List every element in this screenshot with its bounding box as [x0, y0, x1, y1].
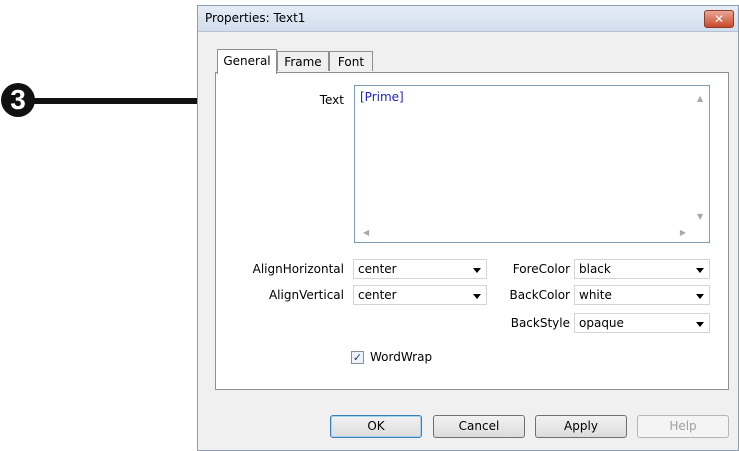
dialog-title: Properties: Text1 [205, 11, 306, 25]
properties-dialog: Properties: Text1 ✕ General Frame Font T… [197, 5, 739, 451]
dialog-titlebar[interactable]: Properties: Text1 ✕ [198, 6, 738, 32]
word-wrap-checkbox[interactable]: ✓ [351, 351, 364, 364]
word-wrap-label[interactable]: WordWrap [370, 350, 432, 364]
fore-color-label: ForeColor [512, 262, 570, 276]
chevron-down-icon [696, 268, 704, 273]
apply-button[interactable]: Apply [535, 415, 627, 438]
text-area-value: [Prime] [360, 90, 404, 104]
back-style-label: BackStyle [510, 316, 570, 330]
checkmark-icon: ✓ [352, 351, 363, 364]
align-horizontal-label: AlignHorizontal [252, 262, 344, 276]
tab-frame[interactable]: Frame [277, 51, 329, 71]
callout-number-badge: 3 [1, 83, 35, 117]
back-color-label: BackColor [509, 288, 570, 302]
chevron-down-icon [473, 268, 481, 273]
align-horizontal-value: center [358, 262, 397, 276]
scroll-down-icon[interactable]: ▼ [697, 212, 703, 221]
close-button[interactable]: ✕ [704, 10, 734, 28]
tab-font[interactable]: Font [329, 51, 373, 71]
scroll-right-icon[interactable]: ▶ [680, 228, 686, 237]
fore-color-select[interactable]: black [574, 259, 710, 279]
back-style-value: opaque [579, 316, 624, 330]
text-area[interactable]: [Prime] ▲ ▼ ◀ ▶ [354, 85, 710, 243]
text-label: Text [319, 93, 344, 107]
cancel-button[interactable]: Cancel [433, 415, 525, 438]
vertical-scrollbar[interactable]: ▲ ▼ [692, 86, 709, 225]
chevron-down-icon [473, 294, 481, 299]
align-horizontal-select[interactable]: center [353, 259, 487, 279]
back-color-select[interactable]: white [574, 285, 710, 305]
chevron-down-icon [696, 294, 704, 299]
back-color-value: white [579, 288, 612, 302]
scroll-up-icon[interactable]: ▲ [697, 94, 703, 103]
chevron-down-icon [696, 322, 704, 327]
scroll-left-icon[interactable]: ◀ [363, 228, 369, 237]
ok-button[interactable]: OK [330, 415, 422, 438]
align-vertical-select[interactable]: center [353, 285, 487, 305]
align-vertical-value: center [358, 288, 397, 302]
horizontal-scrollbar[interactable]: ◀ ▶ [355, 225, 692, 242]
align-vertical-label: AlignVertical [268, 288, 344, 302]
tab-general[interactable]: General [217, 49, 277, 74]
help-button[interactable]: Help [637, 415, 729, 438]
back-style-select[interactable]: opaque [574, 313, 710, 333]
fore-color-value: black [579, 262, 611, 276]
